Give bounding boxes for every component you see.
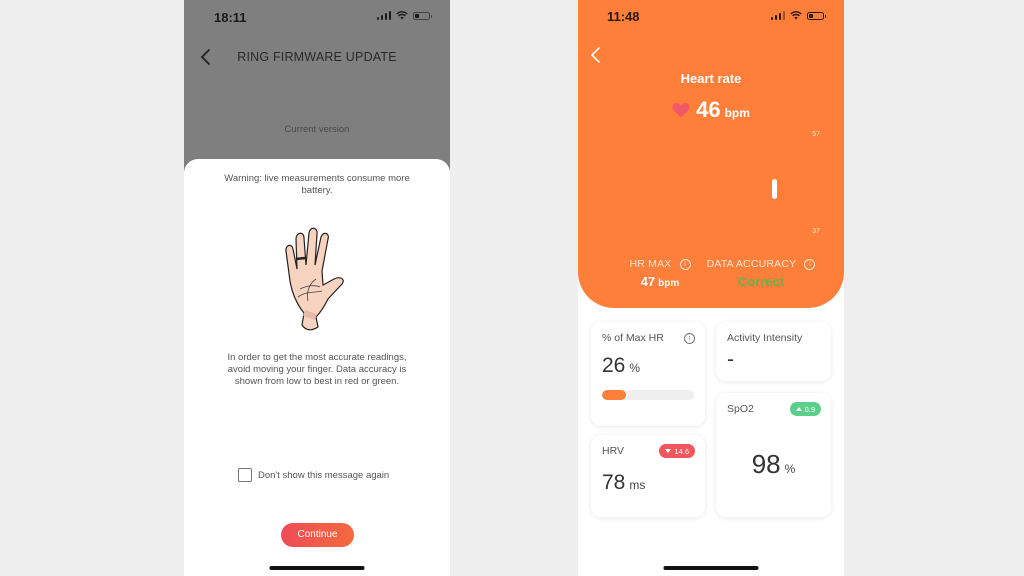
battery-warning-sheet: Warning: live measurements consume more … xyxy=(184,159,450,576)
right-phone-screen: 11:48 Heart rate 46 bpm 57 37 HR MAX i 4… xyxy=(578,0,844,576)
spo2-card[interactable]: SpO2 0.9 98 % xyxy=(716,393,831,517)
activity-intensity-card[interactable]: Activity Intensity - xyxy=(716,322,831,381)
continue-button[interactable]: Continue xyxy=(281,523,354,547)
hrv-trend-badge: 14.6 xyxy=(659,444,695,458)
heart-rate-chart xyxy=(578,135,844,233)
max-hr-unit: % xyxy=(629,361,641,375)
current-version-label: Current version xyxy=(284,124,350,135)
heart-rate-header: 11:48 Heart rate 46 bpm 57 37 HR MAX i 4… xyxy=(578,0,844,308)
activity-intensity-value: - xyxy=(727,348,734,371)
signal-icon xyxy=(770,11,785,20)
hrv-unit: ms xyxy=(629,478,646,492)
max-hr-value: 26 xyxy=(602,354,626,377)
hr-chart-bar xyxy=(772,179,777,199)
data-accuracy-value: Correct xyxy=(737,274,785,289)
info-icon[interactable]: i xyxy=(679,258,691,270)
wifi-icon xyxy=(790,11,802,20)
heart-icon xyxy=(672,102,690,118)
spo2-unit: % xyxy=(784,462,796,476)
max-hr-title: % of Max HR xyxy=(602,332,664,344)
heart-rate-readout: 46 bpm xyxy=(578,97,844,123)
hr-max-stat: HR MAX i 47 bpm xyxy=(615,258,705,289)
back-button[interactable] xyxy=(589,45,603,65)
left-phone-screen: 18:11 RING FIRMWARE UPDATE Current versi… xyxy=(184,0,450,576)
hr-max-label: HR MAX xyxy=(629,258,672,270)
hrv-title: HRV xyxy=(602,445,624,457)
spo2-badge-value: 0.9 xyxy=(804,404,815,414)
trend-up-icon xyxy=(795,407,802,411)
data-accuracy-stat: DATA ACCURACY i Correct xyxy=(706,258,816,289)
spo2-title: SpO2 xyxy=(727,403,754,415)
dont-show-again-checkbox[interactable] xyxy=(238,468,252,482)
max-hr-progress-bar xyxy=(602,390,694,400)
signal-icon xyxy=(376,11,391,20)
heart-rate-title: Heart rate xyxy=(680,71,742,86)
hrv-badge-value: 14.6 xyxy=(674,446,689,456)
info-icon[interactable]: i xyxy=(684,333,695,344)
spo2-trend-badge: 0.9 xyxy=(789,402,821,416)
info-icon[interactable]: i xyxy=(804,258,816,270)
status-time: 11:48 xyxy=(607,9,640,24)
status-bar: 11:48 xyxy=(578,0,844,34)
home-indicator[interactable] xyxy=(269,566,365,570)
page-title: RING FIRMWARE UPDATE xyxy=(237,50,397,64)
spo2-value: 98 xyxy=(751,449,781,479)
home-indicator[interactable] xyxy=(663,566,759,570)
activity-intensity-title: Activity Intensity xyxy=(727,332,803,344)
battery-icon xyxy=(807,11,826,20)
heart-rate-value: 46 xyxy=(696,97,721,122)
wifi-icon xyxy=(396,11,408,20)
hr-max-value: 47 xyxy=(640,274,656,289)
dont-show-again-label: Don't show this message again xyxy=(258,469,390,481)
status-time: 18:11 xyxy=(214,10,247,25)
trend-down-icon xyxy=(665,449,672,453)
heart-rate-unit: bpm xyxy=(724,106,750,120)
data-accuracy-label: DATA ACCURACY xyxy=(706,258,797,270)
dont-show-again-option[interactable]: Don't show this message again xyxy=(238,468,389,482)
status-bar: 18:11 xyxy=(184,0,450,34)
hrv-card[interactable]: HRV 14.6 78 ms xyxy=(591,435,705,517)
battery-icon xyxy=(413,11,432,20)
hand-with-ring-illustration xyxy=(285,227,344,331)
warning-text: Warning: live measurements consume more … xyxy=(224,173,410,196)
hr-max-unit: bpm xyxy=(658,278,680,289)
max-hr-progress-fill xyxy=(602,390,626,400)
hrv-value: 78 xyxy=(602,471,626,494)
instructions-text: In order to get the most accurate readin… xyxy=(227,352,407,387)
chevron-left-icon xyxy=(590,47,600,63)
max-hr-card[interactable]: % of Max HR i 26 % xyxy=(591,322,705,426)
